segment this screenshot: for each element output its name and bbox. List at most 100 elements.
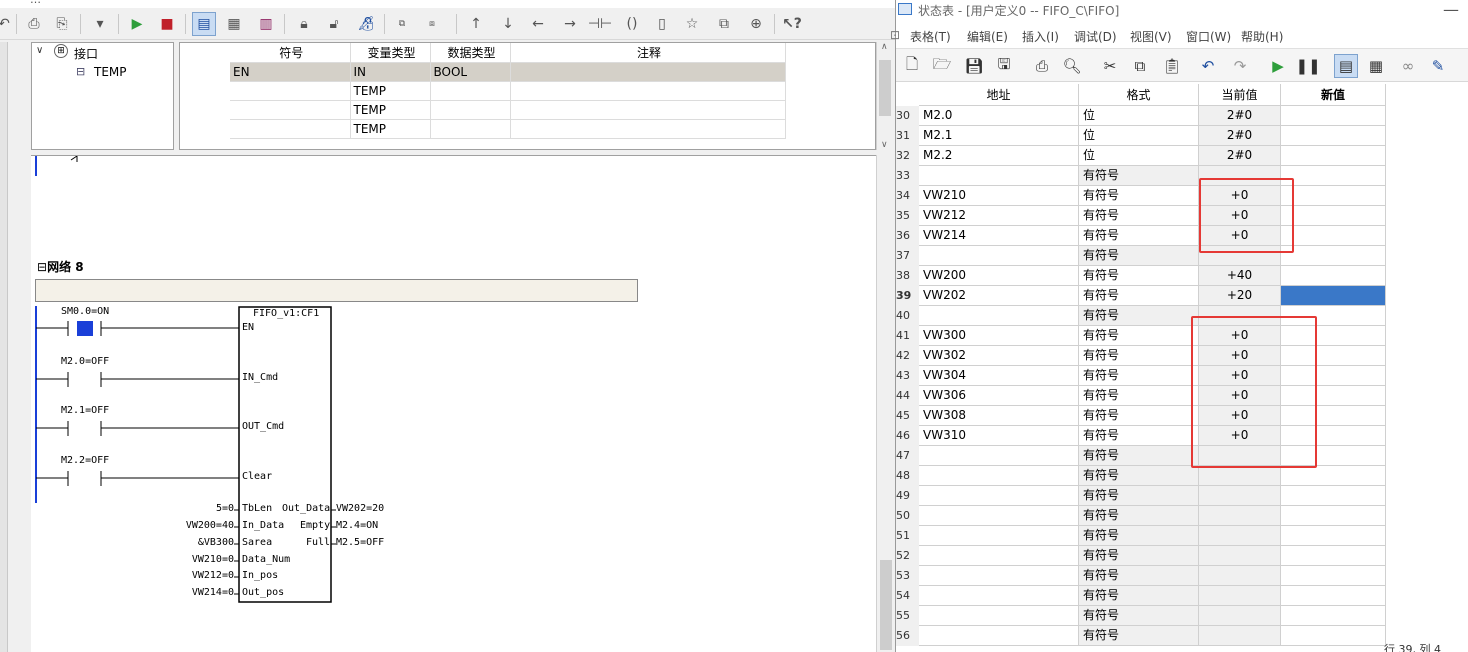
cell-address[interactable] xyxy=(919,546,1079,566)
row-number[interactable]: 55 xyxy=(896,606,919,626)
cell-format[interactable]: 有符号 xyxy=(1079,486,1199,506)
row-number[interactable]: 35 xyxy=(896,206,919,226)
row-number[interactable]: 46 xyxy=(896,426,919,446)
cell-current[interactable]: +0 xyxy=(1199,186,1281,206)
cell-current[interactable]: +0 xyxy=(1199,406,1281,426)
cell-current[interactable]: +20 xyxy=(1199,286,1281,306)
cell-datatype[interactable] xyxy=(430,119,511,139)
row-number[interactable]: 44 xyxy=(896,386,919,406)
cell-current[interactable]: 2#0 xyxy=(1199,126,1281,146)
cell-new[interactable] xyxy=(1281,566,1386,586)
cell-new[interactable] xyxy=(1281,166,1386,186)
row-number[interactable]: 52 xyxy=(896,546,919,566)
cell-address[interactable]: VW212 xyxy=(919,206,1079,226)
cell-format[interactable]: 有符号 xyxy=(1079,266,1199,286)
cell-current[interactable] xyxy=(1199,486,1281,506)
cell-new[interactable] xyxy=(1281,246,1386,266)
cell-current[interactable]: 2#0 xyxy=(1199,146,1281,166)
cell-new[interactable] xyxy=(1281,386,1386,406)
row-number[interactable]: 33 xyxy=(896,166,919,186)
row-number[interactable]: 39 xyxy=(896,286,919,306)
cell-format[interactable]: 有符号 xyxy=(1079,506,1199,526)
insert-network-icon[interactable]: ⧉ xyxy=(390,12,414,36)
windows-icon[interactable]: ⧉ xyxy=(712,12,736,36)
cell-format[interactable]: 位 xyxy=(1079,106,1199,126)
row-number[interactable]: 30 xyxy=(896,106,919,126)
cell-datatype[interactable] xyxy=(430,81,511,101)
trend-icon[interactable]: ▥ xyxy=(254,12,278,36)
cell-current[interactable]: +0 xyxy=(1199,206,1281,226)
preview-icon[interactable]: 🔍︎ xyxy=(1060,54,1084,78)
row-number[interactable]: 32 xyxy=(896,146,919,166)
cell-current[interactable]: +0 xyxy=(1199,426,1281,446)
cell-current[interactable] xyxy=(1199,246,1281,266)
menu-window[interactable]: 窗口(W) xyxy=(1186,28,1231,45)
stop-icon[interactable]: ■ xyxy=(155,12,179,36)
copy-icon[interactable]: ⧉ xyxy=(1128,54,1152,78)
cell-address[interactable] xyxy=(919,446,1079,466)
row-number[interactable]: 50 xyxy=(896,506,919,526)
cell-format[interactable]: 有符号 xyxy=(1079,166,1199,186)
row-number[interactable]: 41 xyxy=(896,326,919,346)
menu-edit[interactable]: 编辑(E) xyxy=(967,28,1008,45)
row-number[interactable]: 36 xyxy=(896,226,919,246)
glasses-icon[interactable]: ∞ xyxy=(1396,54,1420,78)
table-status-icon[interactable]: ▦ xyxy=(222,12,246,36)
row-number[interactable]: 49 xyxy=(896,486,919,506)
cell-current[interactable] xyxy=(1199,526,1281,546)
cell-format[interactable]: 有符号 xyxy=(1079,386,1199,406)
cut-icon[interactable]: ✂ xyxy=(1098,54,1122,78)
download-icon[interactable]: ▾ xyxy=(88,12,112,36)
print-icon[interactable]: ⎙ xyxy=(1030,54,1054,78)
paste-icon[interactable]: 📋︎ xyxy=(1160,54,1184,78)
cell-current[interactable] xyxy=(1199,566,1281,586)
cell-address[interactable]: VW214 xyxy=(919,226,1079,246)
cell-format[interactable]: 有符号 xyxy=(1079,366,1199,386)
minimize-icon[interactable]: — xyxy=(1443,0,1459,19)
undo-icon[interactable]: ↶ xyxy=(1196,54,1220,78)
cell-current[interactable] xyxy=(1199,446,1281,466)
cell-symbol[interactable] xyxy=(230,119,351,139)
expand-icon[interactable]: ∨ xyxy=(36,45,43,56)
cell-new[interactable] xyxy=(1281,426,1386,446)
cell-format[interactable]: 有符号 xyxy=(1079,606,1199,626)
cell-comment[interactable] xyxy=(510,62,786,82)
cell-format[interactable]: 有符号 xyxy=(1079,586,1199,606)
table-row[interactable]: TEMP xyxy=(230,81,786,101)
line-up-icon[interactable]: ↑ xyxy=(464,12,488,36)
help-icon[interactable]: ↖? xyxy=(780,12,804,36)
cell-new[interactable] xyxy=(1281,586,1386,606)
cell-address[interactable] xyxy=(919,586,1079,606)
cell-new[interactable] xyxy=(1281,486,1386,506)
cell-current[interactable] xyxy=(1199,466,1281,486)
save-all-icon[interactable]: 🖫︎ xyxy=(992,54,1016,78)
cell-datatype[interactable]: BOOL xyxy=(430,62,511,82)
cell-format[interactable]: 有符号 xyxy=(1079,246,1199,266)
cell-symbol[interactable] xyxy=(230,100,351,120)
cell-address[interactable]: VW310 xyxy=(919,426,1079,446)
cell-symbol[interactable] xyxy=(230,81,351,101)
coil-icon[interactable]: () xyxy=(620,12,644,36)
cell-format[interactable]: 有符号 xyxy=(1079,286,1199,306)
menu-insert[interactable]: 插入(I) xyxy=(1022,28,1059,45)
cell-comment[interactable] xyxy=(510,100,786,120)
box-icon[interactable]: ▯ xyxy=(650,12,674,36)
cell-current[interactable]: +0 xyxy=(1199,366,1281,386)
cell-new[interactable] xyxy=(1281,126,1386,146)
row-number[interactable]: 47 xyxy=(896,446,919,466)
cell-address[interactable] xyxy=(919,246,1079,266)
cell-new[interactable] xyxy=(1281,526,1386,546)
cell-format[interactable]: 有符号 xyxy=(1079,306,1199,326)
cell-current[interactable]: 2#0 xyxy=(1199,106,1281,126)
ladder-scrollbar[interactable] xyxy=(876,155,893,652)
cell-current[interactable] xyxy=(1199,306,1281,326)
cell-address[interactable] xyxy=(919,626,1079,646)
cell-address[interactable] xyxy=(919,606,1079,626)
cell-address[interactable]: VW308 xyxy=(919,406,1079,426)
row-number[interactable]: 42 xyxy=(896,346,919,366)
cell-address[interactable]: VW304 xyxy=(919,366,1079,386)
row-number[interactable]: 38 xyxy=(896,266,919,286)
cell-new[interactable] xyxy=(1281,146,1386,166)
unlock-icon[interactable]: 🔓︎ xyxy=(322,12,346,36)
row-number[interactable]: 31 xyxy=(896,126,919,146)
